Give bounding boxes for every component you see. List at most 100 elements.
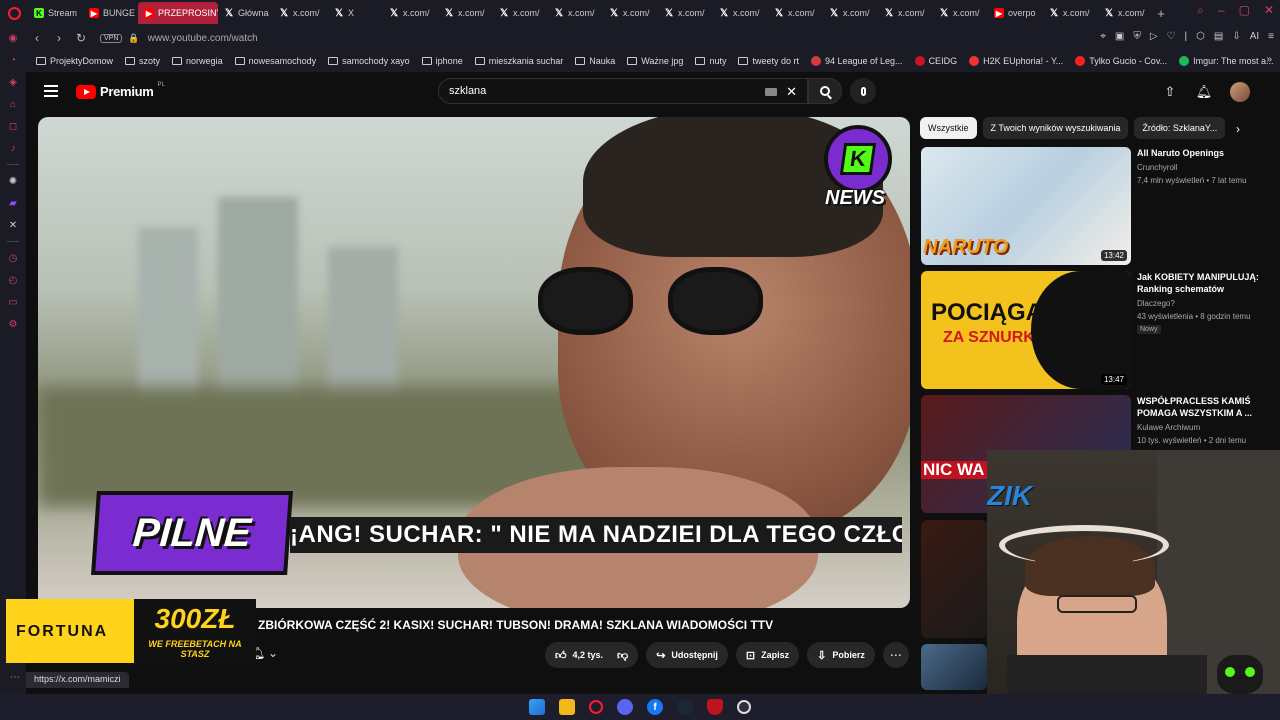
video-title[interactable]: WSPÓŁPRACLESS KAMIŚ POMAGA WSZYSTKIM A .…	[1137, 395, 1273, 419]
aria-icon[interactable]: AI	[1250, 31, 1259, 42]
sidebar-pinboard-icon[interactable]: ▭	[7, 296, 19, 308]
minimize-button[interactable]: –	[1218, 3, 1225, 18]
chip-all[interactable]: Wszystkie	[920, 117, 977, 139]
obs-icon[interactable]	[737, 700, 751, 714]
share-button[interactable]: ↪ Udostępnij	[646, 642, 728, 668]
sidebar-settings-icon[interactable]: ⚙	[7, 318, 19, 330]
back-button[interactable]: ‹	[26, 31, 48, 45]
menu-icon[interactable]: ≡	[1268, 31, 1274, 42]
video-thumbnail[interactable]	[921, 644, 987, 690]
tab-19[interactable]: 𝕏x.com/	[1098, 2, 1153, 24]
tab-5[interactable]: 𝕏X	[328, 2, 383, 24]
tab-0[interactable]: K Stream	[28, 2, 83, 24]
sidebar-aria-icon[interactable]: ◉	[7, 32, 19, 44]
hamburger-menu-icon[interactable]	[44, 85, 58, 97]
tab-6[interactable]: 𝕏x.com/	[383, 2, 438, 24]
like-button[interactable]: 👍︎ 4,2 tys. 👎︎	[545, 642, 639, 668]
close-window-button[interactable]: ✕	[1264, 3, 1274, 18]
channel-name[interactable]: Kulawe Archiwum	[1137, 423, 1200, 432]
sidebar-clock-icon[interactable]: ◴	[7, 274, 19, 286]
video-title[interactable]: Jak KOBIETY MANIPULUJĄ: Ranking schemató…	[1137, 271, 1273, 295]
video-thumbnail[interactable]: POCIĄGA ZA SZNURKI 13:47	[921, 271, 1131, 389]
bookmark-item[interactable]: nuty	[695, 56, 726, 66]
heart-icon[interactable]: ♡	[1167, 31, 1176, 42]
discord-icon[interactable]	[617, 699, 633, 715]
chevron-down-icon[interactable]: ⌄	[268, 646, 278, 660]
bookmark-item[interactable]: iphone	[421, 56, 463, 66]
extensions-icon[interactable]: ⬡	[1196, 31, 1205, 42]
tab-10[interactable]: 𝕏x.com/	[603, 2, 658, 24]
bookmark-item[interactable]: H2K EUphoria! - Y...	[969, 56, 1063, 66]
url-field[interactable]: www.youtube.com/watch	[148, 33, 258, 44]
tab-3[interactable]: 𝕏 Główna	[218, 2, 273, 24]
bookmark-item[interactable]: Imgur: The most a...	[1179, 56, 1274, 66]
sidebar-history-icon[interactable]: ◷	[7, 252, 19, 264]
youtube-logo[interactable]: Premium PL	[76, 82, 165, 99]
channel-name[interactable]: Crunchyroll	[1137, 163, 1177, 172]
pin-icon[interactable]: ⌖	[1100, 31, 1106, 42]
sidebar-messenger-icon[interactable]: ◔	[7, 54, 19, 66]
bookmark-item[interactable]: Tylko Gucio - Cov...	[1075, 56, 1167, 66]
tab-7[interactable]: 𝕏x.com/	[438, 2, 493, 24]
bookmark-item[interactable]: Ważne jpg	[627, 56, 683, 66]
sidebar-workspace-icon[interactable]: ◈	[7, 76, 19, 88]
avatar[interactable]	[1230, 82, 1250, 102]
steam-icon[interactable]	[677, 699, 693, 715]
chip-source[interactable]: Źródło: SzklanaY...	[1134, 117, 1226, 139]
adblock-icon[interactable]: ⛨	[1133, 31, 1141, 42]
search-button[interactable]	[808, 78, 842, 104]
video-thumbnail[interactable]: NARUTO 13:42	[921, 147, 1131, 265]
tab-8[interactable]: 𝕏x.com/	[493, 2, 548, 24]
bookmark-item[interactable]: tweety do rt	[738, 56, 799, 66]
player-icon[interactable]: ▷	[1150, 31, 1158, 42]
download-button[interactable]: ⇩ Pobierz	[807, 642, 875, 668]
tab-18[interactable]: 𝕏x.com/	[1043, 2, 1098, 24]
bookmark-item[interactable]: CEIDG	[914, 56, 957, 66]
bookmark-item[interactable]: norwegia	[172, 56, 223, 66]
thumbs-down-icon[interactable]: 👎︎	[617, 649, 628, 662]
channel-name[interactable]: Dlaczego?	[1137, 299, 1175, 308]
bookmark-item[interactable]: nowesamochody	[234, 56, 316, 66]
video-title[interactable]: All Naruto Openings	[1137, 147, 1273, 159]
downloads-icon[interactable]: ⇩	[1232, 31, 1240, 42]
opera-logo-icon[interactable]	[0, 6, 28, 20]
maximize-button[interactable]: ▢	[1239, 3, 1250, 18]
search-tabs-icon[interactable]: ⌕	[1197, 3, 1204, 18]
windows-start-icon[interactable]	[529, 699, 545, 715]
save-button[interactable]: ⊡ Zapisz	[735, 642, 800, 668]
chip-from-search[interactable]: Z Twoich wyników wyszukiwania	[982, 117, 1129, 139]
keyboard-icon[interactable]	[765, 88, 777, 96]
bookmark-item[interactable]: Nauka	[575, 56, 615, 66]
recommendation-item[interactable]: NARUTO 13:42 All Naruto Openings Crunchy…	[921, 147, 1273, 265]
new-tab-button[interactable]: +	[1153, 6, 1169, 21]
sidebar-more-icon[interactable]: ⋯	[10, 672, 20, 683]
shield-app-icon[interactable]	[707, 699, 723, 715]
tab-16[interactable]: 𝕏x.com/	[933, 2, 988, 24]
opera-taskbar-icon[interactable]	[589, 700, 603, 714]
bookmark-item[interactable]: 94 League of Leg...	[810, 56, 903, 66]
video-thumbnail[interactable]	[921, 520, 987, 638]
sidebar-twitch-icon[interactable]: ▰	[7, 197, 19, 209]
forward-button[interactable]: ›	[48, 31, 70, 45]
bell-icon[interactable]: 🔔︎	[1196, 84, 1213, 100]
clear-search-icon[interactable]: ✕	[786, 84, 797, 100]
chevron-right-icon[interactable]: ›	[1236, 122, 1240, 136]
sidebar-shopping-icon[interactable]: ⌂	[7, 98, 19, 110]
facebook-icon[interactable]: f	[647, 699, 663, 715]
bookmark-item[interactable]: samochody xayo	[328, 56, 410, 66]
reload-button[interactable]: ↻	[70, 31, 92, 45]
tab-1[interactable]: ▶ BUNGE	[83, 2, 138, 24]
sidebar-x-icon[interactable]: ✕	[7, 219, 19, 231]
video-player[interactable]: K NEWS PILNE ¡ANG! SUCHAR: " NIE MA NADZ…	[38, 117, 910, 608]
tab-17[interactable]: ▶ overpo	[988, 2, 1043, 24]
sidebar-music-icon[interactable]: ♪	[7, 142, 19, 154]
snapshot-icon[interactable]: ▣	[1115, 31, 1124, 42]
tab-12[interactable]: 𝕏x.com/	[713, 2, 768, 24]
file-explorer-icon[interactable]	[559, 699, 575, 715]
recommendation-item[interactable]: POCIĄGA ZA SZNURKI 13:47 Jak KOBIETY MAN…	[921, 271, 1273, 389]
voice-search-button[interactable]	[850, 78, 876, 104]
sidebar-instagram-icon[interactable]: ◻	[7, 120, 19, 132]
tab-4[interactable]: 𝕏x.com/	[273, 2, 328, 24]
bookmark-item[interactable]: ProjektyDomow	[36, 56, 113, 66]
tab-14[interactable]: 𝕏x.com/	[823, 2, 878, 24]
